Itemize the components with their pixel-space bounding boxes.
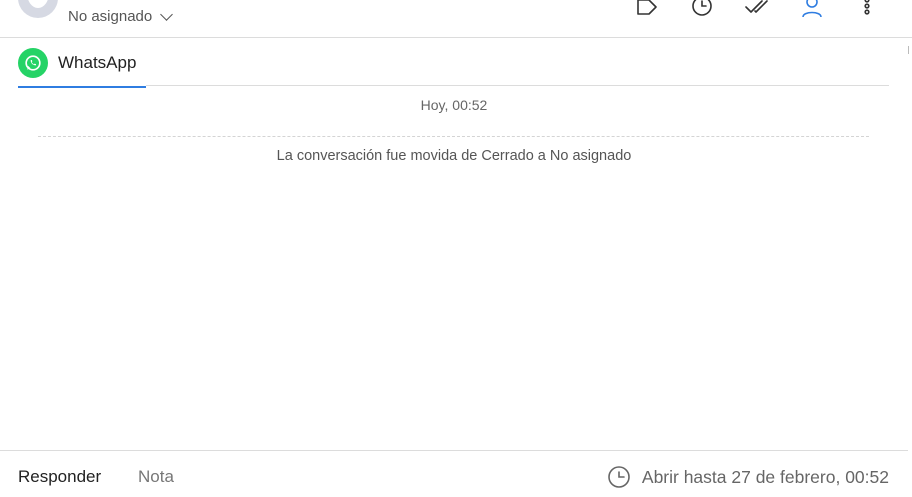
contact-avatar[interactable] xyxy=(18,0,58,18)
divider xyxy=(38,136,869,137)
tab-note[interactable]: Nota xyxy=(138,467,174,487)
assignee-selector[interactable]: No asignado xyxy=(68,7,174,25)
assignee-label: No asignado xyxy=(68,8,153,25)
user-icon[interactable] xyxy=(800,0,824,18)
clock-icon xyxy=(608,466,630,488)
panel-edge xyxy=(908,46,909,54)
day-separator: Hoy, 00:52 xyxy=(420,97,488,113)
composer-bar: Responder Nota Abrir hasta 27 de febrero… xyxy=(0,450,908,497)
channel-name: WhatsApp xyxy=(58,53,137,72)
tab-divider xyxy=(146,85,889,86)
conversation-header: No asignado xyxy=(0,0,912,38)
system-message: La conversación fue movida de Cerrado a … xyxy=(276,148,632,164)
chevron-down-icon xyxy=(160,7,174,21)
tab-reply[interactable]: Responder xyxy=(18,467,101,487)
double-check-icon[interactable] xyxy=(745,0,769,18)
tag-icon[interactable] xyxy=(635,0,659,18)
more-vertical-icon[interactable] xyxy=(855,0,879,18)
tab-whatsapp[interactable]: WhatsApp xyxy=(18,48,146,88)
clock-icon[interactable] xyxy=(690,0,714,18)
whatsapp-icon xyxy=(18,48,48,78)
snooze-text: Abrir hasta 27 de febrero, 00:52 xyxy=(641,466,889,487)
snooze-button[interactable]: Abrir hasta 27 de febrero, 00:52 xyxy=(607,465,889,489)
